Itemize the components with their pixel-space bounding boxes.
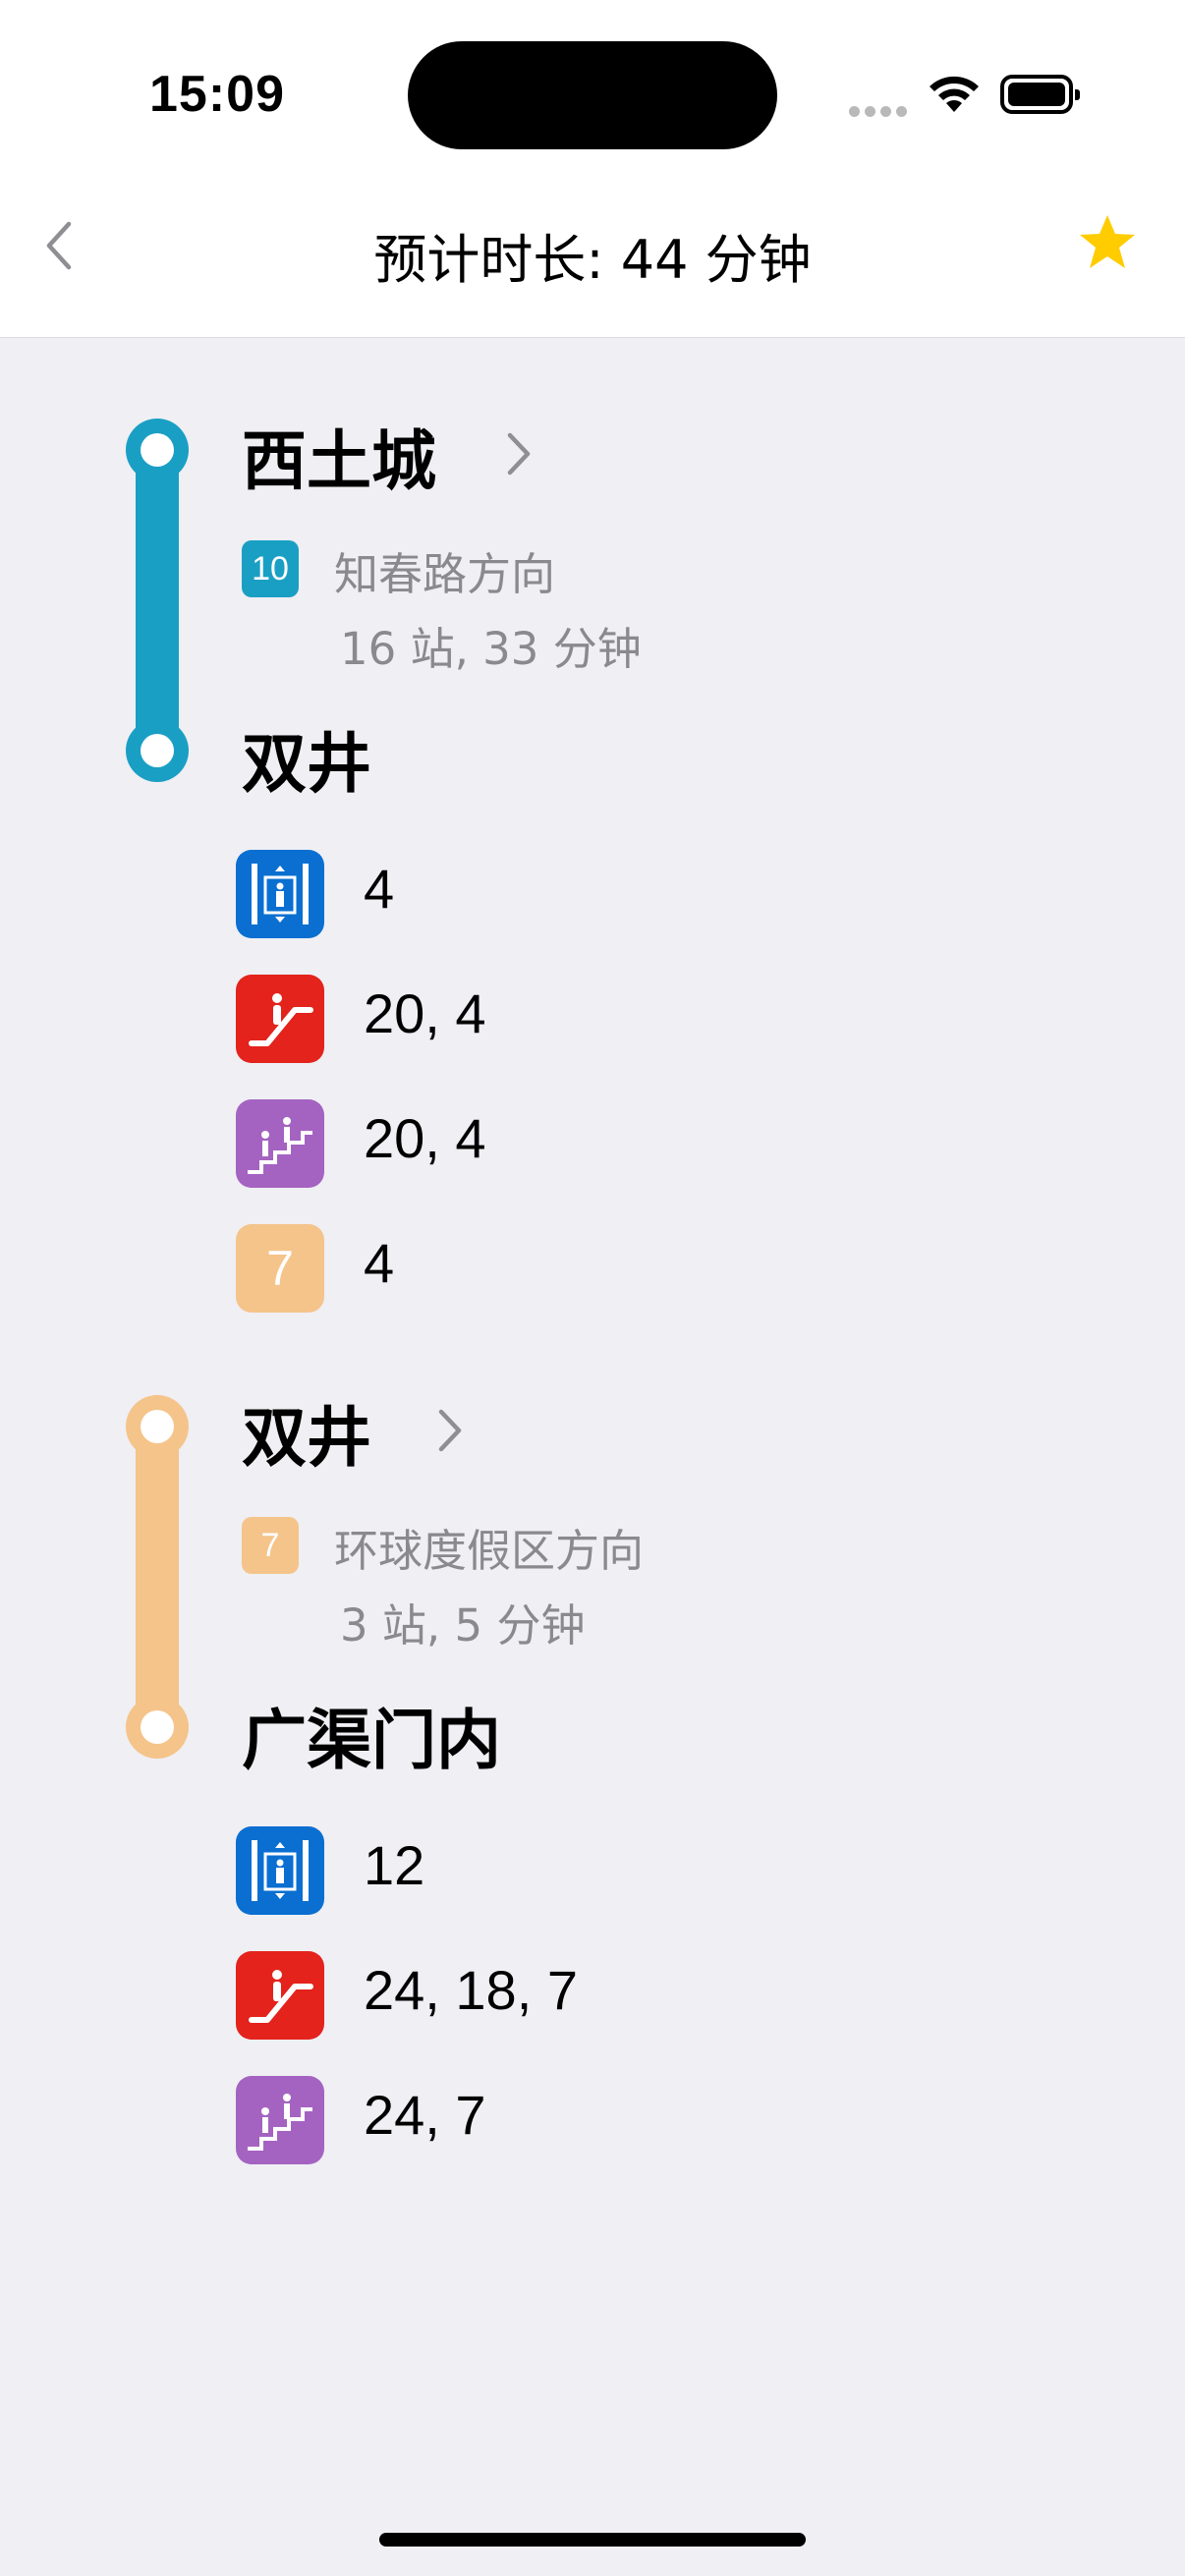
station-from[interactable]: 西土城	[242, 409, 436, 503]
cellular-signal-icon	[849, 102, 912, 121]
battery-icon	[1000, 75, 1080, 114]
direction-label: 环球度假区方向	[334, 1525, 645, 1577]
chevron-right-icon[interactable]	[505, 430, 533, 477]
navigation-bar: 预计时长: 44 分钟	[0, 187, 1185, 338]
line-badge: 10	[242, 540, 299, 597]
line-10-track	[136, 448, 179, 755]
status-bar: 15:09	[0, 0, 1185, 187]
stairs-icon	[236, 1099, 324, 1188]
dynamic-island	[408, 41, 777, 149]
elevator-exits: 4	[364, 858, 395, 920]
escalator-icon	[236, 975, 324, 1063]
elevator-icon	[236, 850, 324, 938]
line-7-track	[136, 1425, 179, 1731]
stairs-exits: 24, 7	[364, 2084, 486, 2146]
star-icon[interactable]	[1077, 212, 1138, 273]
chevron-right-icon[interactable]	[436, 1407, 464, 1454]
destination-node	[126, 1696, 189, 1759]
station-from[interactable]: 双井	[242, 1385, 371, 1480]
elevator-exits: 12	[364, 1834, 425, 1896]
stairs-icon	[236, 2076, 324, 2164]
stairs-exits: 20, 4	[364, 1107, 486, 1169]
leg-summary: 16 站, 33 分钟	[340, 623, 642, 675]
origin-node	[126, 1395, 189, 1458]
transfer-exits: 4	[364, 1232, 395, 1294]
destination-node	[126, 719, 189, 782]
line-7-icon: 7	[236, 1224, 324, 1313]
wifi-icon	[930, 76, 979, 112]
elevator-icon	[236, 1826, 324, 1915]
line-badge: 7	[242, 1517, 299, 1574]
home-indicator[interactable]	[379, 2533, 806, 2547]
direction-label: 知春路方向	[334, 548, 556, 600]
status-time: 15:09	[149, 66, 285, 123]
station-to: 广渠门内	[242, 1703, 501, 1778]
leg-summary: 3 站, 5 分钟	[340, 1599, 586, 1652]
line-7-badge: 7	[266, 1241, 294, 1296]
escalator-exits: 20, 4	[364, 982, 486, 1044]
origin-node	[126, 419, 189, 481]
station-to: 双井	[242, 726, 371, 802]
escalator-exits: 24, 18, 7	[364, 1959, 578, 2021]
escalator-icon	[236, 1951, 324, 2040]
page-title: 预计时长: 44 分钟	[373, 229, 812, 291]
